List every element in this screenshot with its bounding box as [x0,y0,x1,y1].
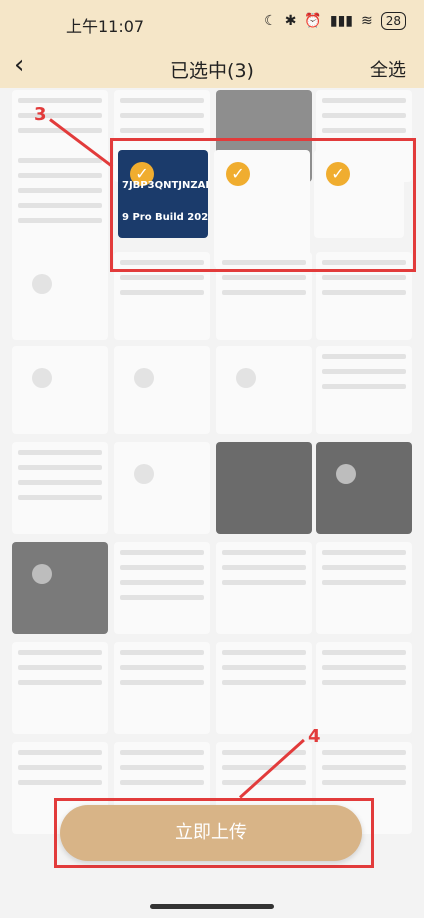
grid-item[interactable] [12,542,108,634]
grid-item[interactable] [12,642,108,734]
grid-item[interactable] [114,442,210,534]
grid-item[interactable] [316,642,412,734]
grid-item[interactable] [114,346,210,434]
upload-now-button[interactable]: 立即上传 [60,805,362,861]
grid-item[interactable] [216,642,312,734]
annotation-label-3: 3 [34,104,47,125]
grid-item[interactable] [114,542,210,634]
wifi-icon: ≋ [360,13,373,29]
grid-item[interactable] [12,150,108,260]
grid-item[interactable] [216,442,312,534]
home-indicator [150,904,274,909]
bluetooth-icon: ✱ [284,13,297,29]
signal-icon: ▮▮▮ [329,13,353,29]
grid-item[interactable] [316,542,412,634]
grid-item[interactable] [12,252,108,340]
page-title: 已选中(3) [170,60,254,82]
grid-item[interactable] [316,442,412,534]
grid-item[interactable] [316,346,412,434]
grid-item[interactable] [12,346,108,434]
status-bar: 上午11:07 ☾ ✱ ⏰ ▮▮▮ ≋ 28 [0,0,424,44]
select-all-button[interactable]: 全选 [370,56,406,82]
battery-indicator: 28 [380,12,406,30]
grid-item[interactable] [216,346,312,434]
grid-item[interactable] [114,642,210,734]
alarm-icon: ⏰ [304,13,322,29]
grid-item[interactable] [216,542,312,634]
grid-item[interactable] [12,442,108,534]
highlight-selected-box [110,138,416,272]
annotation-label-4: 4 [308,726,321,747]
moon-icon: ☾ [264,13,277,29]
top-bar: ‹ 已选中(3) 全选 [0,44,424,88]
status-time: 上午11:07 [66,17,145,36]
status-icons: ☾ ✱ ⏰ ▮▮▮ ≋ 28 [264,12,406,30]
